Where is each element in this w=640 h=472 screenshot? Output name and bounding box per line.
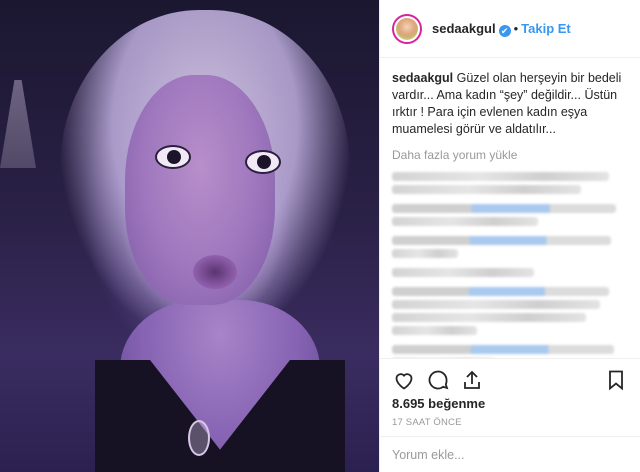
post-photo[interactable]: [0, 0, 379, 472]
bookmark-icon[interactable]: [604, 368, 628, 392]
avatar[interactable]: [392, 13, 422, 44]
blurred-comment: [392, 204, 628, 226]
header-username[interactable]: sedaakgul: [432, 21, 496, 36]
action-bar: [380, 358, 640, 394]
share-icon[interactable]: [460, 368, 484, 392]
avatar-image: [396, 17, 418, 40]
blurred-comment: [392, 172, 628, 194]
verified-badge-icon: ✔: [498, 24, 511, 37]
photo-left-eye: [155, 145, 191, 169]
follow-button[interactable]: Takip Et: [521, 21, 571, 36]
blurred-comment: [392, 268, 628, 277]
comment-input[interactable]: [392, 447, 628, 462]
blurred-comment: [392, 287, 628, 335]
likes-count[interactable]: 8.695 beğenme: [380, 394, 640, 413]
heart-icon[interactable]: [392, 368, 416, 392]
comment-icon[interactable]: [426, 368, 450, 392]
post-caption: sedaakgul Güzel olan herşeyin bir bedeli…: [392, 70, 628, 138]
load-more-comments-button[interactable]: Daha fazla yorum yükle: [392, 148, 628, 162]
post-side-panel: sedaakgul ✔ • Takip Et sedaakgul Güzel olan…: [379, 0, 640, 472]
blurred-comment: [392, 236, 628, 258]
photo-pendant: [188, 420, 210, 456]
post-header: sedaakgul ✔ • Takip Et: [380, 0, 640, 58]
comments-section: sedaakgul Güzel olan herşeyin bir bedeli…: [380, 58, 640, 358]
post-timestamp[interactable]: 17 SAAT ÖNCE: [380, 413, 640, 436]
photo-right-eye: [245, 150, 281, 174]
caption-username[interactable]: sedaakgul: [392, 71, 453, 85]
instagram-post: sedaakgul ✔ • Takip Et sedaakgul Güzel olan…: [0, 0, 640, 472]
photo-mouth: [193, 255, 237, 289]
background-umbrella: [0, 80, 36, 168]
add-comment-box: [380, 436, 640, 472]
header-user-row: sedaakgul ✔ • Takip Et: [432, 20, 571, 38]
header-separator: •: [513, 20, 519, 36]
blurred-comment: [392, 345, 628, 358]
